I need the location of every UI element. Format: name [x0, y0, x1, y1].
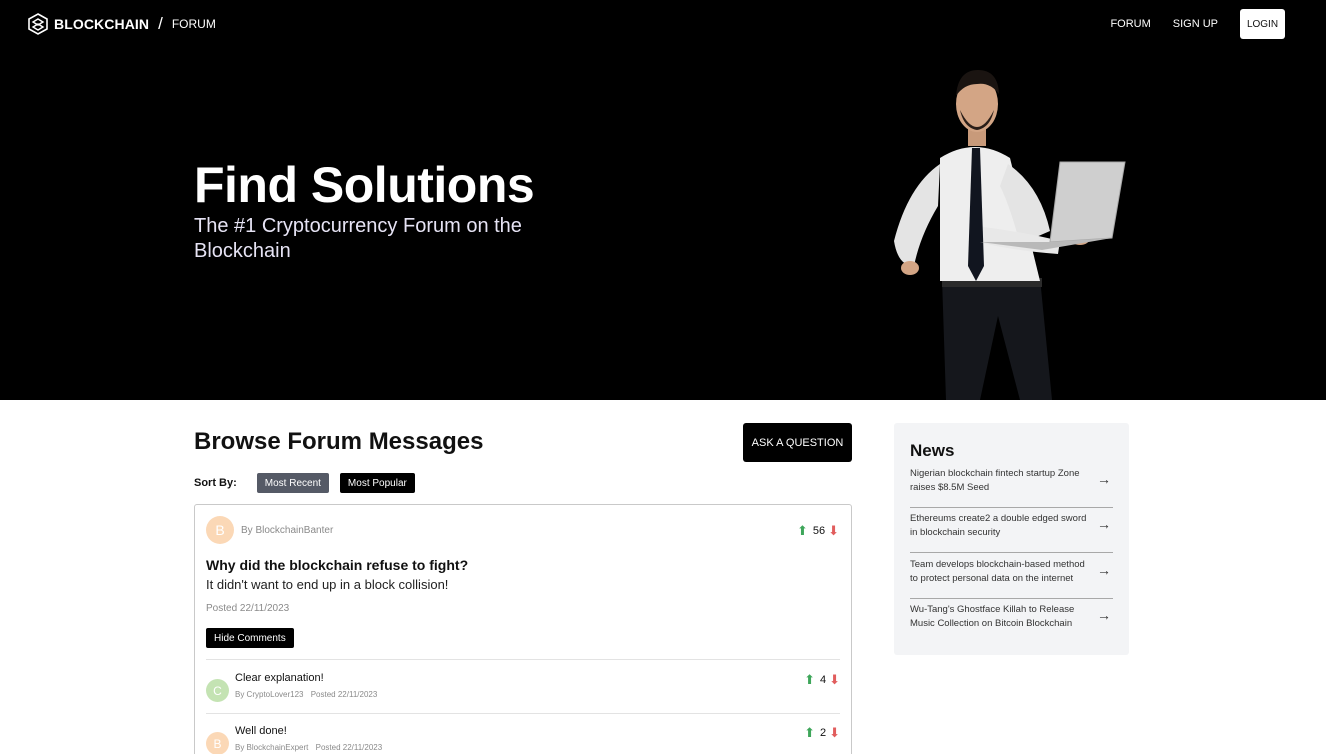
news-item[interactable]: Ethereums create2 a double edged sword i…	[910, 508, 1113, 553]
browse-title: Browse Forum Messages	[194, 428, 484, 455]
comment-meta: By BlockchainExpert Posted 22/11/2023	[235, 743, 387, 752]
sort-label: Sort By:	[194, 477, 237, 489]
nav-links: FORUM SIGN UP LOGIN	[1110, 9, 1285, 39]
news-item[interactable]: Nigerian blockchain fintech startup Zone…	[910, 463, 1113, 508]
arrow-right-icon: →	[1097, 516, 1111, 532]
comment-date: Posted 22/11/2023	[310, 690, 378, 699]
comment-text: Well done!	[235, 725, 287, 737]
sort-most-recent-button[interactable]: Most Recent	[256, 473, 329, 493]
sort-most-popular-button[interactable]: Most Popular	[339, 473, 415, 493]
news-panel: News Nigerian blockchain fintech startup…	[894, 423, 1129, 655]
post-date: Posted 22/11/2023	[206, 603, 290, 614]
post-header: B By BlockchainBanter	[206, 516, 333, 544]
sort-row: Sort By: Most Recent Most Popular	[194, 473, 426, 493]
comment-vote: ⬆ 2 ⬇	[804, 725, 840, 741]
arrow-up-icon[interactable]: ⬆	[804, 725, 815, 741]
comment-item: B Well done! By BlockchainExpert Posted …	[206, 725, 840, 754]
comment-vote: ⬆ 4 ⬇	[804, 672, 840, 688]
arrow-right-icon: →	[1097, 607, 1111, 623]
brand-section: FORUM	[171, 17, 216, 31]
vote-count: 56	[812, 525, 826, 537]
avatar[interactable]: B	[206, 516, 234, 544]
arrow-down-icon[interactable]: ⬇	[829, 725, 840, 741]
brand[interactable]: BLOCKCHAIN / FORUM	[28, 13, 216, 35]
arrow-up-icon[interactable]: ⬆	[804, 672, 815, 688]
comment-author[interactable]: By BlockchainExpert	[235, 743, 308, 752]
comment-meta: By CryptoLover123 Posted 22/11/2023	[235, 690, 382, 699]
arrow-down-icon[interactable]: ⬇	[828, 523, 839, 539]
comment-date: Posted 22/11/2023	[315, 743, 383, 752]
news-item[interactable]: Team develops blockchain-based method to…	[910, 554, 1113, 599]
comment-item: C Clear explanation! By CryptoLover123 P…	[206, 672, 840, 712]
news-item-text: Wu-Tang's Ghostface Killah to Release Mu…	[910, 604, 1075, 629]
news-item-text: Ethereums create2 a double edged sword i…	[910, 513, 1087, 538]
avatar[interactable]: B	[206, 732, 229, 754]
hero-section: BLOCKCHAIN / FORUM FORUM SIGN UP LOGIN F…	[0, 0, 1326, 400]
arrow-right-icon: →	[1097, 562, 1111, 578]
vote-count: 4	[819, 674, 827, 686]
ask-question-button[interactable]: ASK A QUESTION	[743, 423, 852, 462]
post-body: It didn't want to end up in a block coll…	[206, 577, 449, 592]
arrow-right-icon: →	[1097, 471, 1111, 487]
comment-author[interactable]: By CryptoLover123	[235, 690, 303, 699]
divider	[206, 713, 840, 714]
post-card: B By BlockchainBanter ⬆ 56 ⬇ Why did the…	[194, 504, 852, 754]
hero-title: Find Solutions	[194, 157, 535, 213]
hero-businessman-image	[894, 70, 1126, 400]
news-item-text: Nigerian blockchain fintech startup Zone…	[910, 468, 1080, 493]
top-nav: BLOCKCHAIN / FORUM FORUM SIGN UP LOGIN	[0, 0, 1326, 48]
news-title: News	[910, 441, 955, 460]
brand-name: BLOCKCHAIN	[54, 16, 150, 32]
post-vote: ⬆ 56 ⬇	[797, 523, 839, 539]
login-button[interactable]: LOGIN	[1240, 9, 1285, 39]
comment-text: Clear explanation!	[235, 672, 324, 684]
vote-count: 2	[819, 727, 827, 739]
divider	[206, 659, 840, 660]
news-item-text: Team develops blockchain-based method to…	[910, 559, 1085, 584]
blockchain-logo-icon	[28, 13, 48, 35]
hero-subtitle: The #1 Cryptocurrency Forum on the Block…	[194, 215, 522, 262]
arrow-up-icon[interactable]: ⬆	[797, 523, 808, 539]
arrow-down-icon[interactable]: ⬇	[829, 672, 840, 688]
avatar[interactable]: C	[206, 679, 229, 702]
brand-separator: /	[158, 14, 163, 33]
news-item[interactable]: Wu-Tang's Ghostface Killah to Release Mu…	[910, 599, 1113, 644]
nav-forum-link[interactable]: FORUM	[1110, 18, 1150, 30]
post-author[interactable]: By BlockchainBanter	[241, 525, 333, 536]
post-title[interactable]: Why did the blockchain refuse to fight?	[206, 557, 468, 573]
hide-comments-button[interactable]: Hide Comments	[206, 628, 294, 648]
nav-signup-link[interactable]: SIGN UP	[1173, 18, 1218, 30]
